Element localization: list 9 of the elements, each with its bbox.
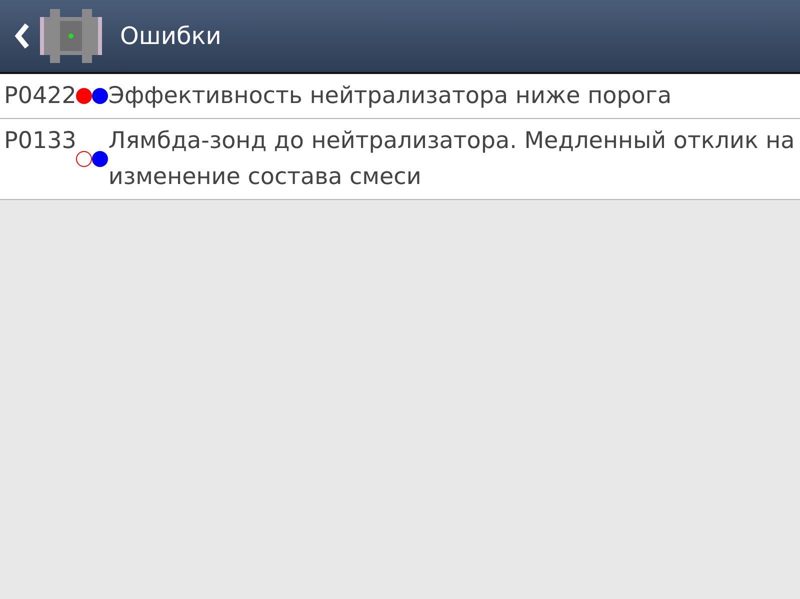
device-icon [40,9,102,63]
error-code: P0133 [4,127,76,156]
error-description: Эффективность нейтрализатора ниже порога [108,82,673,111]
error-code: P0422 [4,82,76,111]
screen-title: Ошибки [120,22,222,50]
back-icon[interactable] [14,23,30,49]
error-row[interactable]: P0133 Лямбда-зонд до нейтрализатора. Медленный отклик на изменение состава смеси [0,119,800,200]
error-row[interactable]: P0422 Эффективность нейтрализатора ниже порога [0,74,800,119]
error-description: Лямбда-зонд до нейтрализатора. Медленный отклик на изменение состава смеси [108,127,796,192]
